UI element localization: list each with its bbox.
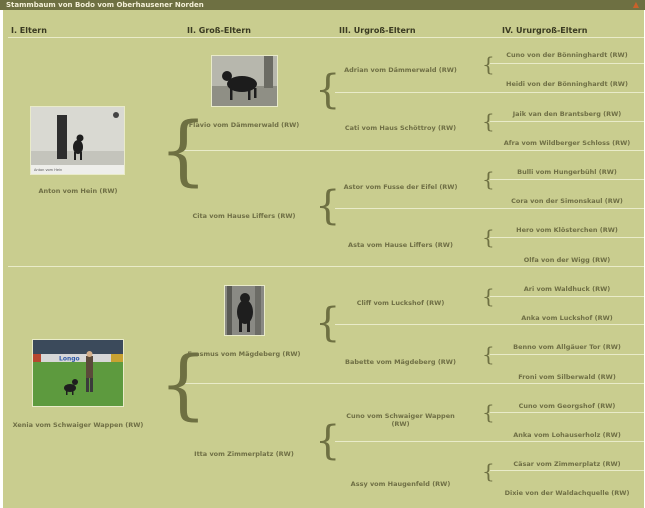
gen4-name[interactable]: Jaik van den Brantsberg (RW) (493, 110, 641, 118)
header-gen4: IV. Ururgroß-Eltern (502, 26, 588, 35)
collapse-icon[interactable]: ▲ (633, 0, 639, 10)
brace-icon: { (315, 300, 341, 346)
header-gen3: III. Urgroß-Eltern (339, 26, 416, 35)
erasmus-photo (225, 286, 264, 335)
gen3-name[interactable]: Cuno vom Schwaiger Wappen (RW) (338, 412, 463, 428)
gen4-name[interactable]: Cäsar vom Zimmerplatz (RW) (493, 460, 641, 468)
gen4-divider (490, 121, 644, 122)
anton-photo-caption: Anton vom Hein (34, 168, 62, 172)
gen3-name[interactable]: Cati vom Haus Schöttroy (RW) (333, 124, 468, 132)
gen3-name[interactable]: Babette vom Mägdeberg (RW) (333, 358, 468, 366)
gen4-name[interactable]: Benno vom Allgäuer Tor (RW) (493, 343, 641, 351)
gen4-name[interactable]: Ari vom Waldhuck (RW) (493, 285, 641, 293)
gen3-divider-1 (335, 92, 644, 93)
gen4-name[interactable]: Hero vom Klösterchen (RW) (493, 226, 641, 234)
header-gen2: II. Groß-Eltern (187, 26, 251, 35)
gen4-divider (490, 237, 644, 238)
gen4-name[interactable]: Cuno von der Bönninghardt (RW) (493, 51, 641, 59)
brace-icon: { (315, 67, 341, 113)
gen3-name[interactable]: Assy vom Haugenfeld (RW) (333, 480, 468, 488)
gen2-name[interactable]: Flavio vom Dämmerwald (RW) (179, 121, 309, 129)
gen3-divider-3 (335, 324, 644, 325)
flavio-photo (212, 56, 277, 106)
gen2-divider-2 (183, 383, 644, 384)
gen1-name[interactable]: Anton vom Hein (RW) (8, 187, 148, 195)
gen3-divider-4 (335, 441, 644, 442)
gen4-name[interactable]: Cora von der Simonskaul (RW) (493, 197, 641, 205)
gen4-divider (490, 296, 644, 297)
gen4-name[interactable]: Anka vom Luckshof (RW) (493, 314, 641, 322)
header-gen1: I. Eltern (11, 26, 47, 35)
gen4-divider (490, 179, 644, 180)
gen1-divider (8, 266, 644, 267)
gen4-name[interactable]: Dixie von der Waldachquelle (RW) (503, 489, 631, 497)
gen4-name[interactable]: Afra vom Wildberger Schloss (RW) (493, 139, 641, 147)
xenia-photo-banner: Longo (59, 356, 80, 363)
xenia-photo: Longo (33, 340, 123, 406)
gen4-name[interactable]: Anka vom Lohauserholz (RW) (493, 431, 641, 439)
gen4-name[interactable]: Froni vom Silberwald (RW) (493, 373, 641, 381)
gen4-name[interactable]: Heidi von der Bönninghardt (RW) (493, 80, 641, 88)
brace-icon: { (315, 183, 341, 229)
header-divider (8, 37, 644, 38)
gen3-name[interactable]: Astor vom Fusse der Eifel (RW) (333, 183, 468, 191)
gen3-name[interactable]: Asta vom Hause Liffers (RW) (333, 241, 468, 249)
gen4-name[interactable]: Cuno vom Georgshof (RW) (493, 402, 641, 410)
gen4-divider (490, 354, 644, 355)
gen2-name[interactable]: Erasmus vom Mägdeberg (RW) (184, 350, 304, 358)
gen3-name[interactable]: Cliff vom Luckshof (RW) (333, 299, 468, 307)
gen4-divider (490, 63, 644, 64)
brace-icon: { (315, 418, 341, 464)
gen2-name[interactable]: Cita vom Hause Liffers (RW) (179, 212, 309, 220)
window-title: Stammbaum von Bodo vom Oberhausener Nord… (6, 1, 204, 9)
anton-photo: Anton vom Hein (31, 107, 124, 174)
gen2-divider-1 (183, 150, 644, 151)
gen4-name[interactable]: Bulli vom Hungerbühl (RW) (493, 168, 641, 176)
window-title-bar: Stammbaum von Bodo vom Oberhausener Nord… (0, 0, 645, 10)
gen4-divider (490, 470, 644, 471)
gen1-name[interactable]: Xenia vom Schwaiger Wappen (RW) (8, 421, 148, 429)
gen4-name[interactable]: Olfa von der Wigg (RW) (493, 256, 641, 264)
gen4-divider (490, 412, 644, 413)
pedigree-panel: I. Eltern II. Groß-Eltern III. Urgroß-El… (3, 10, 644, 508)
gen3-name[interactable]: Adrian vom Dämmerwald (RW) (333, 66, 468, 74)
gen2-name[interactable]: Itta vom Zimmerplatz (RW) (179, 450, 309, 458)
gen3-divider-2 (335, 208, 644, 209)
